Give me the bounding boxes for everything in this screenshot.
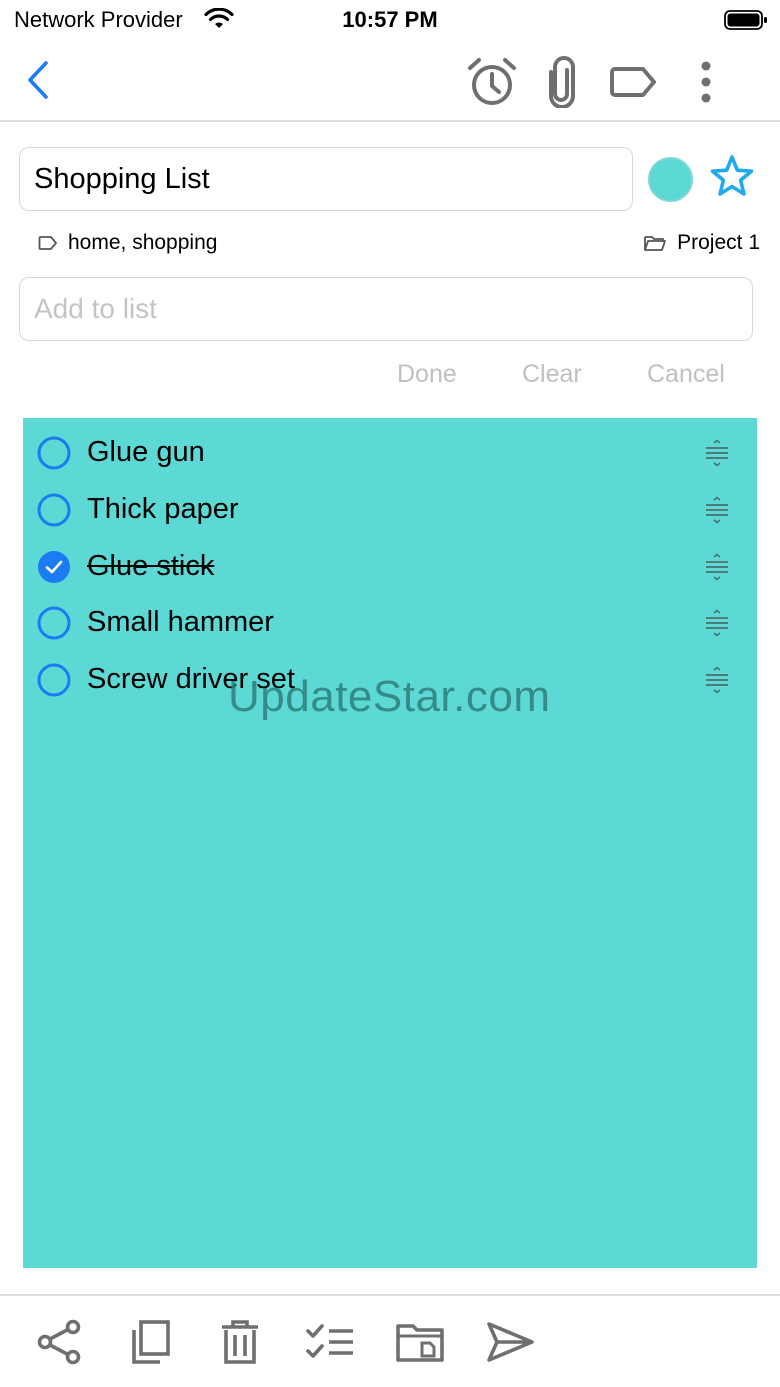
trash-icon[interactable] (214, 1316, 266, 1368)
tag-icon[interactable] (608, 60, 660, 104)
copy-icon[interactable] (124, 1316, 176, 1368)
status-bar: Network Provider 10:57 PM (0, 0, 780, 40)
add-item-input[interactable] (19, 277, 753, 341)
more-vertical-icon[interactable] (690, 56, 722, 108)
alarm-clock-icon[interactable] (464, 54, 520, 110)
clear-button[interactable]: Clear (522, 360, 582, 389)
watermark-text: UpdateStar.com (228, 672, 551, 721)
bottom-toolbar (0, 1294, 780, 1387)
battery-icon (724, 9, 768, 36)
checkbox-unchecked-icon[interactable] (37, 436, 71, 470)
drag-handle-icon[interactable] (703, 496, 731, 524)
star-icon[interactable] (708, 153, 758, 203)
send-icon[interactable] (484, 1316, 536, 1368)
checklist-item[interactable]: Small hammer (23, 592, 757, 648)
checkbox-checked-icon[interactable] (37, 550, 71, 584)
clock-time: 10:57 PM (342, 7, 438, 32)
done-button[interactable]: Done (397, 360, 457, 389)
note-project[interactable]: Project 1 (643, 228, 760, 258)
checkbox-unchecked-icon[interactable] (37, 606, 71, 640)
note-project-text: Project 1 (677, 231, 760, 254)
note-tags-text: home, shopping (68, 231, 218, 254)
checklist-item[interactable]: Glue stick (23, 536, 757, 592)
checklist-item-label: Glue gun (87, 436, 205, 468)
folder-small-icon (644, 236, 667, 251)
checklist-item[interactable]: Thick paper (23, 479, 757, 535)
checkbox-unchecked-icon[interactable] (37, 663, 71, 697)
note-title-text: Shopping List (34, 162, 210, 195)
navigation-bar (0, 40, 780, 122)
checkbox-unchecked-icon[interactable] (37, 493, 71, 527)
checklist-item-label: Small hammer (87, 606, 274, 638)
checklist-item-label: Glue stick (87, 550, 215, 582)
note-tags[interactable]: home, shopping (38, 228, 217, 258)
checklist-icon[interactable] (304, 1316, 356, 1368)
note-color-picker[interactable] (648, 157, 693, 202)
folder-icon[interactable] (394, 1316, 446, 1368)
paperclip-icon[interactable] (540, 54, 584, 110)
drag-handle-icon[interactable] (703, 609, 731, 637)
drag-handle-icon[interactable] (703, 439, 731, 467)
drag-handle-icon[interactable] (703, 553, 731, 581)
checklist-panel: Glue gun Thick paper Glue stick Small ha (23, 418, 757, 1268)
cancel-button[interactable]: Cancel (647, 360, 725, 389)
checklist-item[interactable]: Glue gun (23, 422, 757, 478)
tag-small-icon (38, 236, 58, 250)
share-icon[interactable] (34, 1316, 86, 1368)
note-title-field[interactable]: Shopping List (19, 147, 633, 211)
checklist-item-label: Thick paper (87, 493, 239, 525)
drag-handle-icon[interactable] (703, 666, 731, 694)
back-chevron-icon[interactable] (18, 58, 58, 102)
